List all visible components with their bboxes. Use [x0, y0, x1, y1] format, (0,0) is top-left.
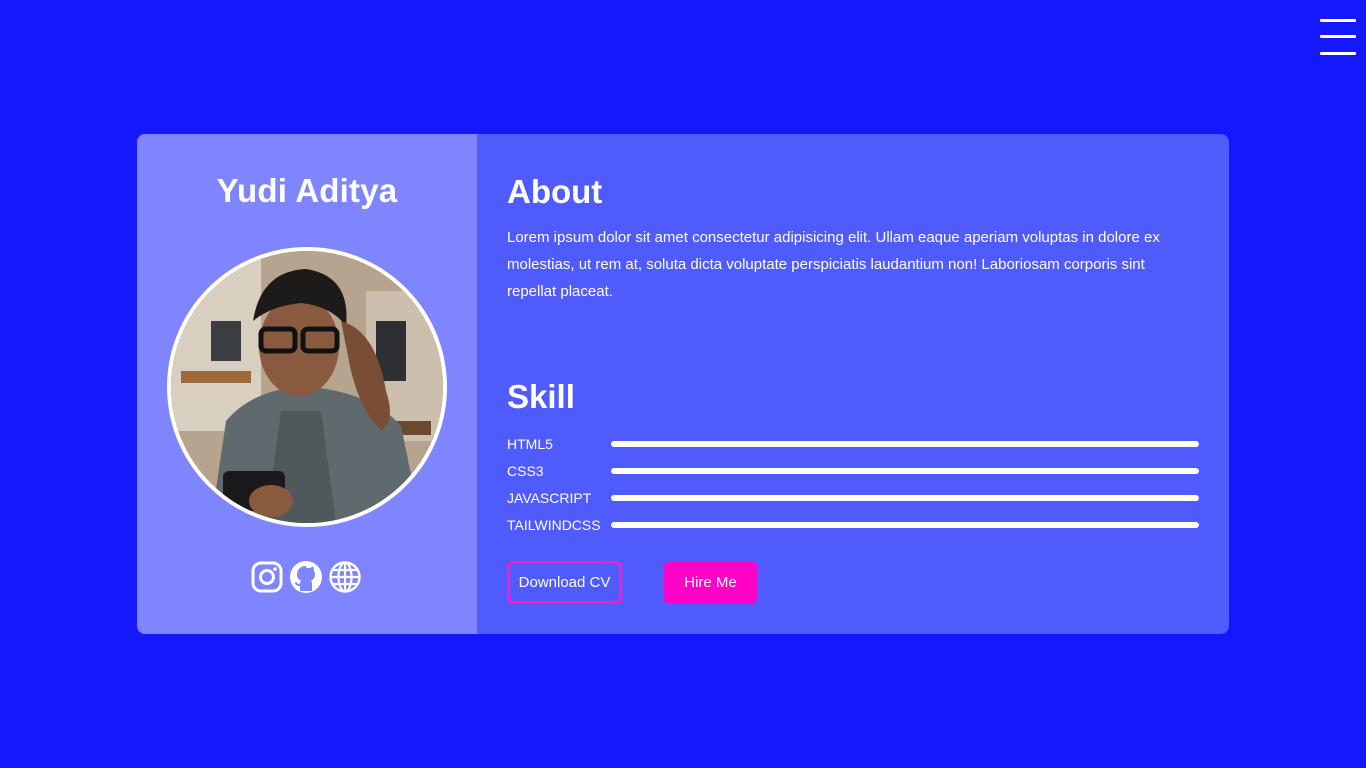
instagram-icon[interactable] [250, 560, 284, 594]
hamburger-menu-icon[interactable] [1320, 19, 1356, 57]
download-cv-button[interactable]: Download CV [507, 561, 622, 604]
skill-row-css3: CSS3 [507, 457, 1199, 484]
github-icon[interactable] [289, 560, 323, 594]
about-text: Lorem ipsum dolor sit amet consectetur a… [507, 229, 1160, 300]
skill-row-javascript: JAVASCRIPT [507, 484, 1199, 511]
skill-bar [611, 467, 1199, 474]
skill-bar [611, 440, 1199, 447]
avatar-photo [171, 251, 443, 523]
skill-heading: Skill [507, 378, 575, 415]
skill-bar [611, 494, 1199, 501]
skill-bar-fill [611, 494, 1199, 501]
skill-label: JAVASCRIPT [507, 489, 592, 506]
skill-label: TAILWINDCSS [507, 516, 601, 533]
profile-panel: Yudi Aditya [137, 134, 477, 634]
skill-bar-fill [611, 467, 1199, 474]
skill-label: HTML5 [507, 435, 553, 452]
menu-line [1320, 35, 1356, 38]
profile-name: Yudi Aditya [216, 172, 398, 209]
avatar [167, 247, 447, 527]
hire-me-button[interactable]: Hire Me [664, 561, 757, 604]
about-heading: About [507, 173, 603, 210]
skill-row-tailwindcss: TAILWINDCSS [507, 511, 1199, 538]
info-panel: About Lorem ipsum dolor sit amet consect… [477, 134, 1229, 634]
globe-icon[interactable] [328, 560, 362, 594]
menu-line [1320, 52, 1356, 55]
skill-row-html5: HTML5 [507, 430, 1199, 457]
skill-list: HTML5 CSS3 JAVASCRIPT TAILWINDCSS [507, 430, 1199, 538]
social-links [250, 560, 362, 594]
skill-bar-fill [611, 440, 1199, 447]
skill-bar [611, 521, 1199, 528]
skill-bar-fill [611, 521, 1199, 528]
profile-card: Yudi Aditya About Lorem ipsum dolor sit … [137, 134, 1229, 634]
menu-line [1320, 19, 1356, 22]
skill-label: CSS3 [507, 462, 544, 479]
